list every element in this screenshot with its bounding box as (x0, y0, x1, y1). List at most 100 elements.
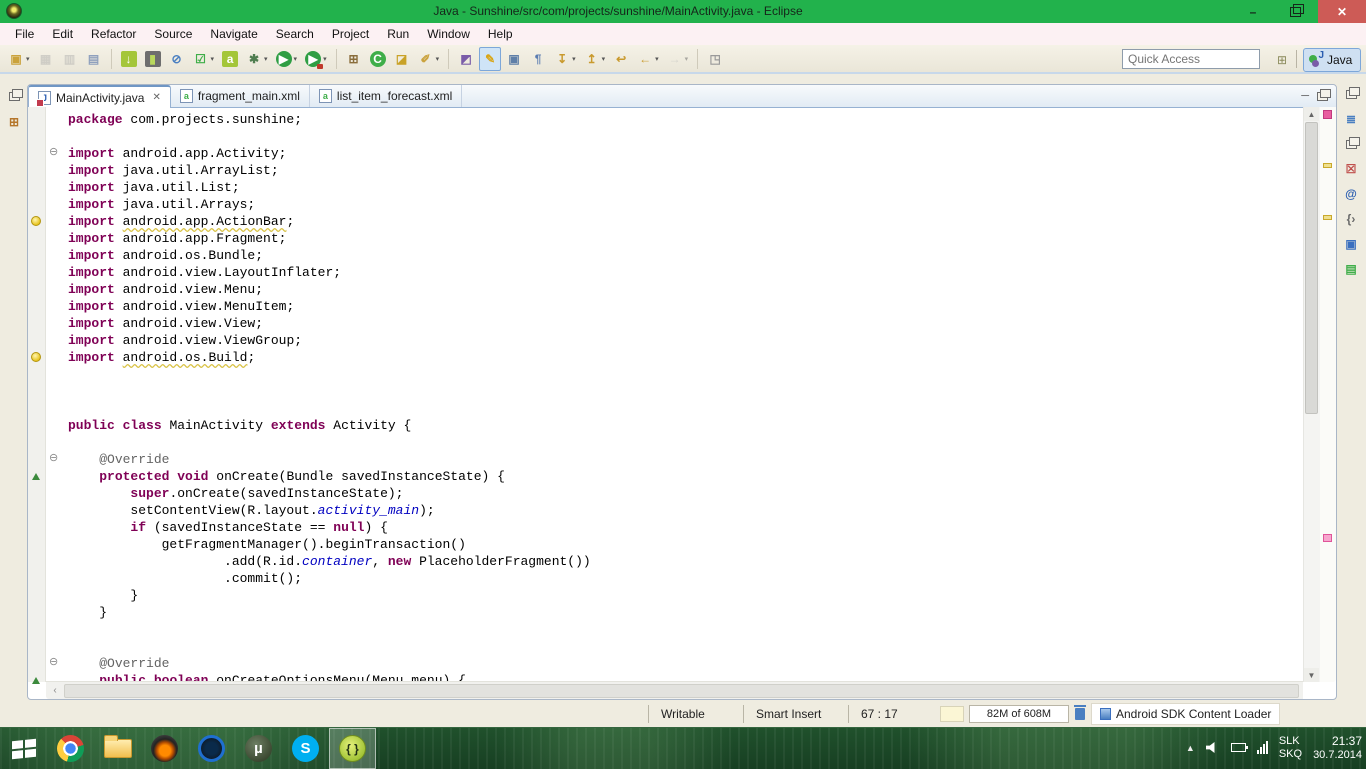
dropdown-arrow-icon[interactable]: ▾ (294, 55, 298, 63)
debug-icon[interactable]: ✱▾ (243, 47, 271, 71)
code-line[interactable]: super.onCreate(savedInstanceState); (68, 485, 1303, 502)
console-icon[interactable]: ▣ (1342, 236, 1360, 252)
show-hidden-icons[interactable]: ▲ (1186, 743, 1195, 753)
code-line[interactable]: import android.os.Build; (68, 349, 1303, 366)
code-line[interactable]: getFragmentManager().beginTransaction() (68, 536, 1303, 553)
close-button[interactable]: ✕ (1318, 0, 1366, 23)
tab-MainActivity.java[interactable]: JMainActivity.java✕ (28, 85, 171, 108)
code-line[interactable]: } (68, 604, 1303, 621)
horizontal-scrollbar[interactable]: ‹ (46, 681, 1303, 699)
problems-icon[interactable]: ☒ (1342, 161, 1360, 177)
code-line[interactable]: if (savedInstanceState == null) { (68, 519, 1303, 536)
code-line[interactable]: import java.util.ArrayList; (68, 162, 1303, 179)
code-line[interactable] (68, 400, 1303, 417)
code-line[interactable]: setContentView(R.layout.activity_main); (68, 502, 1303, 519)
code-line[interactable]: import android.view.LayoutInflater; (68, 264, 1303, 281)
back-icon[interactable]: ←▾ (634, 47, 662, 71)
collapse-icon[interactable]: ⊖ (49, 147, 58, 158)
code-line[interactable] (68, 638, 1303, 655)
restore-pane-icon[interactable] (1342, 86, 1360, 102)
battery-icon[interactable] (1231, 743, 1246, 752)
tab-list_item_forecast.xml[interactable]: alist_item_forecast.xml (310, 85, 462, 107)
code-line[interactable]: public class MainActivity extends Activi… (68, 417, 1303, 434)
code-line[interactable]: import android.os.Bundle; (68, 247, 1303, 264)
open-type-icon[interactable]: ◪ (391, 47, 413, 71)
mark-occurrences-icon[interactable]: ✎ (479, 47, 501, 71)
dropdown-arrow-icon[interactable]: ▾ (655, 55, 659, 63)
code-line[interactable] (68, 366, 1303, 383)
annotation-ruler[interactable] (28, 107, 46, 682)
new-class-icon[interactable]: C (367, 47, 389, 71)
horizontal-scroll-thumb[interactable] (64, 684, 1299, 698)
code-line[interactable]: import android.view.View; (68, 315, 1303, 332)
run-icon[interactable]: ▶▾ (273, 47, 301, 71)
collapse-icon[interactable]: ⊖ (49, 657, 58, 668)
menu-navigate[interactable]: Navigate (201, 23, 266, 45)
overview-pink-marker[interactable] (1323, 534, 1332, 542)
new-wizard-icon[interactable]: ▣▾ (5, 47, 33, 71)
dropdown-arrow-icon[interactable]: ▾ (436, 55, 440, 63)
network-signal-icon[interactable] (1257, 741, 1268, 754)
forward-icon[interactable]: →▾ (664, 47, 692, 71)
menu-edit[interactable]: Edit (43, 23, 82, 45)
fold-ruler[interactable]: ⊖ ⊖ ⊖ (46, 107, 63, 682)
overview-ruler[interactable] (1320, 107, 1336, 682)
code-line[interactable]: import android.app.ActionBar; (68, 213, 1303, 230)
dropdown-arrow-icon[interactable]: ▾ (685, 55, 689, 63)
logcat-icon[interactable]: ▤ (1342, 261, 1360, 277)
show-selected-element-icon[interactable]: ▣ (503, 47, 525, 71)
volume-icon[interactable] (1206, 742, 1220, 754)
external-tools-icon[interactable]: ▶▾ (302, 47, 330, 71)
previous-annotation-icon[interactable]: ↥▾ (581, 47, 609, 71)
job-progress[interactable]: Android SDK Content Loader (1091, 703, 1280, 725)
dropdown-arrow-icon[interactable]: ▾ (26, 55, 30, 63)
vertical-scroll-thumb[interactable] (1305, 122, 1318, 414)
code-line[interactable]: } (68, 587, 1303, 604)
skype-taskbar-icon[interactable]: S (282, 728, 329, 769)
code-view[interactable]: package com.projects.sunshine; import and… (64, 107, 1303, 682)
language-indicator[interactable]: SLKSKQ (1279, 735, 1302, 761)
daemon-tools-taskbar-icon[interactable] (188, 728, 235, 769)
code-line[interactable]: import android.app.Activity; (68, 145, 1303, 162)
code-line[interactable] (68, 621, 1303, 638)
collapse-icon[interactable]: ⊖ (49, 453, 58, 464)
outline-icon[interactable]: ≣ (1342, 111, 1360, 127)
new-java-project-icon[interactable]: ⊞ (343, 47, 365, 71)
code-line[interactable] (68, 434, 1303, 451)
warning-bulb-icon[interactable] (31, 216, 41, 226)
tab-fragment_main.xml[interactable]: afragment_main.xml (171, 85, 310, 107)
minimize-button[interactable]: – (1236, 0, 1270, 23)
save-all-icon[interactable]: ▥ (59, 47, 81, 71)
new-android-app-icon[interactable]: a (219, 47, 241, 71)
menu-refactor[interactable]: Refactor (82, 23, 145, 45)
maximize-editor-icon[interactable] (1317, 92, 1328, 101)
override-marker-icon[interactable] (32, 677, 40, 684)
code-line[interactable]: import java.util.Arrays; (68, 196, 1303, 213)
declaration-icon[interactable]: {› (1342, 211, 1360, 227)
title-bar[interactable]: Java - Sunshine/src/com/projects/sunshin… (0, 0, 1366, 23)
open-perspective-icon[interactable]: ⊞ (1272, 50, 1292, 69)
override-marker-icon[interactable] (32, 473, 40, 480)
last-edit-location-icon[interactable]: ↩ (610, 47, 632, 71)
code-line[interactable]: import android.view.MenuItem; (68, 298, 1303, 315)
scroll-down-icon[interactable]: ▼ (1304, 668, 1319, 682)
code-line[interactable]: import android.view.Menu; (68, 281, 1303, 298)
menu-run[interactable]: Run (378, 23, 418, 45)
clock[interactable]: 21:3730.7.2014 (1313, 734, 1362, 762)
scroll-up-icon[interactable]: ▲ (1304, 107, 1319, 121)
save-icon[interactable]: ▦ (35, 47, 57, 71)
search-icon[interactable]: ✐▾ (415, 47, 443, 71)
dropdown-arrow-icon[interactable]: ▾ (264, 55, 268, 63)
overview-warning-marker[interactable] (1323, 163, 1332, 168)
code-line[interactable]: package com.projects.sunshine; (68, 111, 1303, 128)
javadoc-icon[interactable]: @ (1342, 186, 1360, 202)
lint-icon[interactable]: ⊘ (166, 47, 188, 71)
dropdown-arrow-icon[interactable]: ▾ (602, 55, 606, 63)
menu-help[interactable]: Help (479, 23, 522, 45)
garbage-collect-icon[interactable] (1075, 708, 1085, 720)
print-icon[interactable]: ▤ (83, 47, 105, 71)
open-task-icon[interactable]: ◩ (455, 47, 477, 71)
chrome-taskbar-icon[interactable] (47, 728, 94, 769)
avd-manager-icon[interactable]: ▮ (142, 47, 164, 71)
dropdown-arrow-icon[interactable]: ▾ (572, 55, 576, 63)
